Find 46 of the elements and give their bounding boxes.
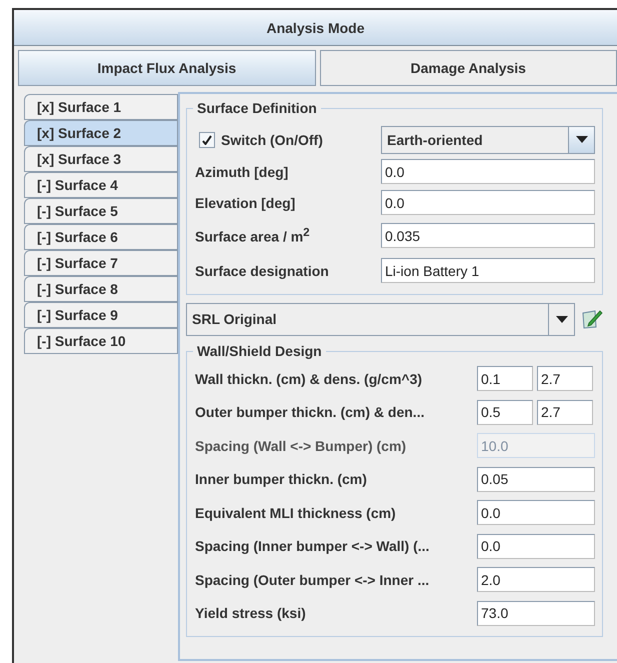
orientation-dropdown[interactable]: Earth-oriented (381, 126, 595, 154)
field-label: Azimuth [deg] (195, 164, 290, 180)
field-label: Equivalent MLI thickness (cm) (195, 504, 397, 521)
surface-tab[interactable]: [-] Surface 10 (24, 328, 178, 354)
field-label: Outer bumper thickn. (cm) & den... (195, 404, 426, 420)
group-title: Wall/Shield Design (193, 343, 326, 359)
text-field[interactable]: 73.0 (477, 600, 595, 626)
text-field[interactable]: 0.1 (477, 366, 533, 392)
mode-tab[interactable]: Damage Analysis (320, 50, 617, 86)
field-label: Wall thickn. (cm) & dens. (g/cm^3) (195, 370, 424, 387)
surface-tab[interactable]: [x] Surface 3 (24, 146, 178, 172)
text-field[interactable]: 2.7 (537, 400, 593, 425)
edit-icon[interactable] (581, 308, 603, 330)
surface-tab[interactable]: [-] Surface 9 (24, 302, 178, 328)
field-label: Surface area / m$^{2}$ (195, 226, 311, 245)
field-label: Yield stress (ksi) (195, 605, 307, 622)
text-field[interactable]: 0.0 (381, 190, 595, 215)
field-label: Spacing (Wall <-> Bumper) (cm) (195, 438, 408, 454)
text-field[interactable]: Li-ion Battery 1 (381, 258, 595, 283)
switch-checkbox[interactable]: Switch (On/Off) (195, 132, 381, 148)
group-title: Surface Definition (193, 100, 321, 116)
caret-icon (576, 136, 588, 143)
surface-tab[interactable]: [x] Surface 2 (24, 120, 178, 146)
text-field[interactable]: 0.5 (477, 400, 533, 425)
text-field[interactable]: 0.05 (477, 466, 595, 492)
text-field[interactable]: 0.0 (477, 534, 595, 559)
mode-tab[interactable]: Impact Flux Analysis (18, 50, 316, 86)
text-field[interactable]: 2.7 (537, 366, 593, 392)
field-label: Inner bumper thickn. (cm) (195, 471, 368, 488)
surface-tab[interactable]: [-] Surface 5 (24, 198, 178, 224)
field-label: Elevation [deg] (195, 194, 296, 210)
surface-tab[interactable]: [-] Surface 7 (24, 250, 178, 276)
field-label: Spacing (Inner bumper <-> Wall) (... (195, 538, 430, 554)
caret-icon (556, 316, 568, 322)
surface-tab[interactable]: [-] Surface 8 (24, 276, 178, 302)
window-title: Analysis Mode (14, 10, 617, 46)
text-field[interactable]: 2.0 (477, 567, 595, 592)
surface-tab[interactable]: [-] Surface 4 (24, 172, 178, 198)
surface-tab[interactable]: [-] Surface 6 (24, 224, 178, 250)
text-field[interactable]: 0.035 (381, 223, 595, 248)
text-field[interactable]: 0.0 (381, 159, 595, 184)
field-label: Surface designation (195, 262, 330, 278)
text-field[interactable]: 0.0 (477, 500, 595, 526)
surface-tab[interactable]: [x] Surface 1 (24, 94, 178, 120)
preset-dropdown[interactable]: SRL Original (186, 302, 575, 336)
field-label: Spacing (Outer bumper <-> Inner ... (195, 572, 430, 588)
